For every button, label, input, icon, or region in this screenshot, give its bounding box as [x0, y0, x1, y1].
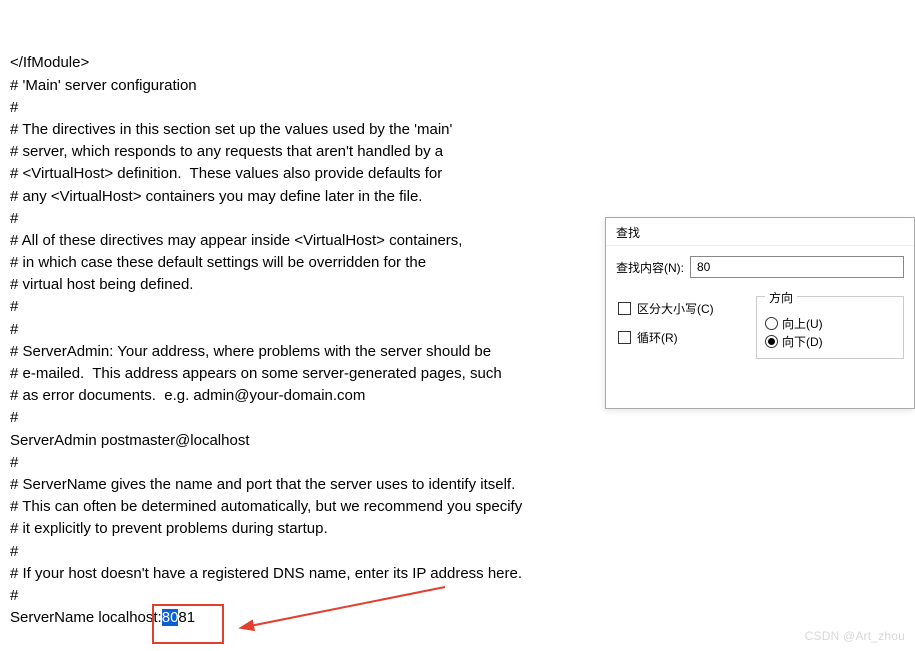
editor-line: # This can often be determined automatic…: [10, 496, 905, 518]
checkbox-icon: [618, 302, 631, 315]
editor-line: </IfModule>: [10, 52, 905, 74]
search-content-label: 查找内容(N):: [616, 259, 684, 276]
editor-line: # 'Main' server configuration: [10, 75, 905, 97]
editor-line: # server, which responds to any requests…: [10, 141, 905, 163]
find-dialog-title: 查找: [606, 218, 914, 246]
editor-line: #: [10, 585, 905, 607]
annotation-highlight-box: [152, 604, 224, 644]
match-case-label: 区分大小写(C): [637, 300, 714, 317]
find-dialog[interactable]: 查找 查找内容(N): 区分大小写(C) 循环(R) 方向 向上(U) 向下(D…: [605, 217, 915, 409]
direction-group: 方向 向上(U) 向下(D): [756, 296, 904, 359]
editor-line: # ServerName gives the name and port tha…: [10, 474, 905, 496]
search-input[interactable]: [690, 256, 904, 278]
editor-line: #: [10, 541, 905, 563]
editor-line: #: [10, 97, 905, 119]
editor-line: # <VirtualHost> definition. These values…: [10, 163, 905, 185]
up-label: 向上(U): [782, 315, 823, 332]
radio-icon: [765, 317, 778, 330]
editor-line: #: [10, 407, 905, 429]
direction-down-radio[interactable]: 向下(D): [765, 333, 823, 350]
editor-line: # any <VirtualHost> containers you may d…: [10, 186, 905, 208]
editor-line: # The directives in this section set up …: [10, 119, 905, 141]
servername-line: ServerName localhost:8081: [10, 607, 905, 629]
watermark: CSDN @Art_zhou: [805, 629, 905, 643]
editor-line: # If your host doesn't have a registered…: [10, 563, 905, 585]
editor-line: # it explicitly to prevent problems duri…: [10, 518, 905, 540]
find-dialog-body: 查找内容(N): 区分大小写(C) 循环(R) 方向 向上(U) 向下(D): [606, 246, 914, 346]
direction-legend: 方向: [765, 289, 797, 306]
checkbox-icon: [618, 331, 631, 344]
radio-icon: [765, 335, 778, 348]
editor-line: ServerAdmin postmaster@localhost: [10, 430, 905, 452]
loop-label: 循环(R): [637, 329, 678, 346]
servername-prefix: ServerName localhost:: [10, 609, 162, 626]
editor-line: #: [10, 452, 905, 474]
direction-up-radio[interactable]: 向上(U): [765, 315, 823, 332]
down-label: 向下(D): [782, 333, 823, 350]
